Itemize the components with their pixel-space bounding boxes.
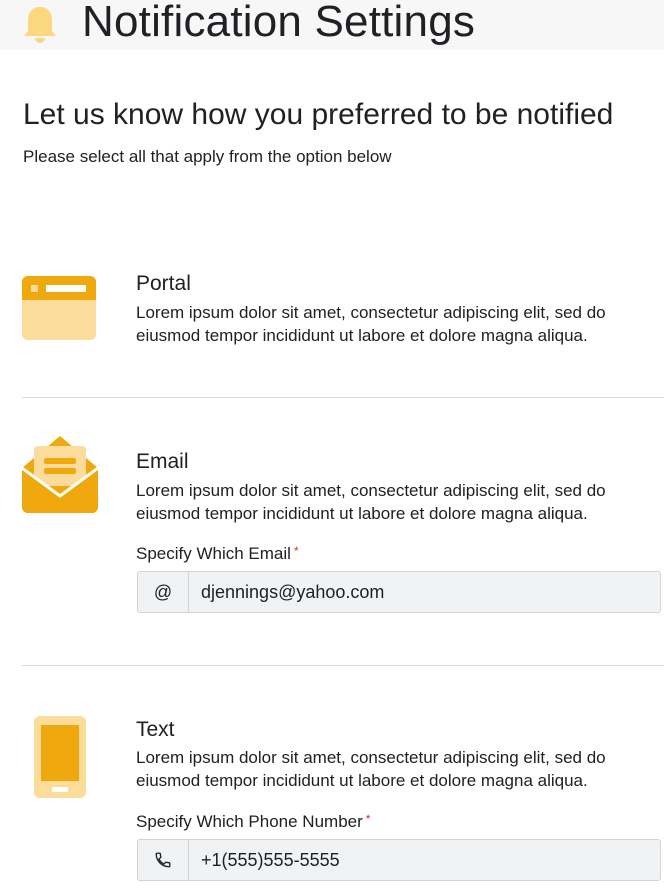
open-envelope-icon <box>22 436 98 513</box>
email-input[interactable] <box>189 572 660 612</box>
required-marker: * <box>293 544 299 558</box>
option-title: Portal <box>136 272 191 295</box>
browser-window-icon <box>22 276 96 340</box>
bell-icon <box>24 7 56 43</box>
email-field-label: Specify Which Email * <box>136 544 299 564</box>
option-description: Lorem ipsum dolor sit amet, consectetur … <box>136 303 606 345</box>
phone-icon-glyph <box>155 852 171 868</box>
phone-field-label-text: Specify Which Phone Number <box>136 812 363 831</box>
page-header: Notification Settings <box>0 0 664 50</box>
option-description: Lorem ipsum dolor sit amet, consectetur … <box>136 481 606 523</box>
divider <box>22 665 664 666</box>
at-sign-icon: @ <box>138 572 189 612</box>
required-marker: * <box>365 812 371 826</box>
phone-field <box>137 839 661 881</box>
option-title: Text <box>136 718 175 741</box>
phone-input[interactable] <box>189 840 660 880</box>
option-description: Lorem ipsum dolor sit amet, consectetur … <box>136 748 606 790</box>
email-field: @ <box>137 571 661 613</box>
email-field-label-text: Specify Which Email <box>136 544 291 563</box>
page-subtitle: Let us know how you preferred to be noti… <box>23 98 614 131</box>
phone-icon <box>138 840 189 880</box>
phone-field-label: Specify Which Phone Number * <box>136 812 370 832</box>
option-title: Email <box>136 450 189 473</box>
instructions-text: Please select all that apply from the op… <box>23 147 392 166</box>
page-title: Notification Settings <box>82 0 476 46</box>
smartphone-icon <box>34 716 86 798</box>
divider <box>22 397 664 398</box>
